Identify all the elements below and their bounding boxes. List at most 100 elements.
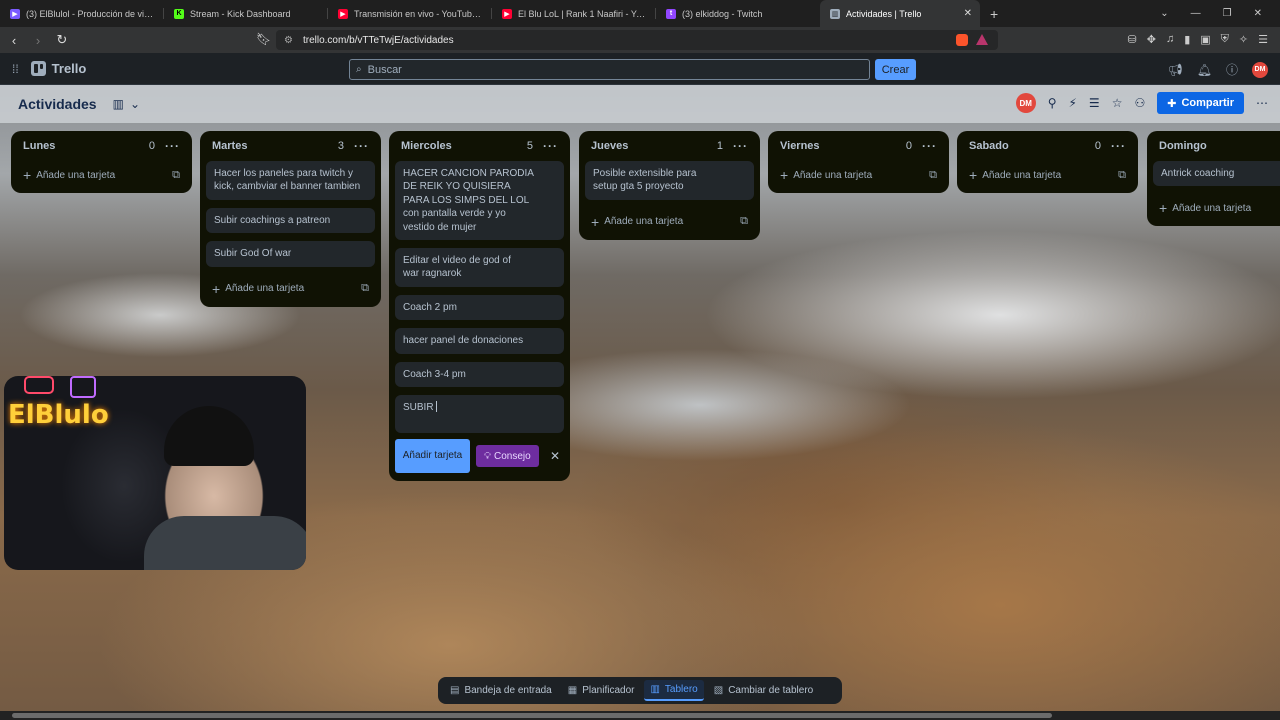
member-avatar[interactable]: DM: [1015, 93, 1036, 113]
browser-tab[interactable]: ▶ El Blu LoL | Rank 1 Naafiri - YouTube: [492, 0, 656, 27]
puzzle-icon[interactable]: ✥: [1147, 33, 1156, 46]
add-card-button[interactable]: + Añade una tarjeta ⧉: [585, 208, 754, 236]
sidebar-icon[interactable]: ▮: [1184, 33, 1190, 46]
close-window-icon[interactable]: ✕: [1254, 8, 1262, 19]
card[interactable]: HACER CANCION PARODIA DE REIK YO QUISIER…: [395, 161, 564, 241]
list-title[interactable]: Sabado: [969, 140, 1095, 152]
tab-label: Actividades | Trello: [846, 8, 922, 19]
template-icon[interactable]: ⧉: [172, 169, 180, 182]
webcam-overlay: ElBlulo: [4, 376, 306, 570]
members-icon[interactable]: ⚇: [1134, 96, 1145, 110]
star-icon[interactable]: ☆: [1112, 96, 1123, 110]
card[interactable]: hacer panel de donaciones: [395, 328, 564, 354]
reload-icon[interactable]: ↻: [52, 32, 72, 48]
tab-label: El Blu LoL | Rank 1 Naafiri - YouTube: [518, 8, 648, 19]
close-composer-icon[interactable]: ✕: [550, 449, 560, 463]
bookmark-icon[interactable]: 🔖︎: [256, 32, 271, 46]
browser-tab[interactable]: ▶ Transmisión en vivo - YouTube Studio: [328, 0, 492, 27]
list-title[interactable]: Domingo: [1159, 140, 1274, 152]
add-card-submit-button[interactable]: Añadir tarjeta: [395, 439, 470, 474]
leo-icon[interactable]: ✧: [1239, 33, 1248, 46]
card[interactable]: Hacer los paneles para twitch y kick, ca…: [206, 161, 375, 200]
card[interactable]: Coach 2 pm: [395, 294, 564, 321]
megaphone-icon[interactable]: 📢︎: [1168, 63, 1183, 77]
new-tab-icon[interactable]: +: [990, 6, 998, 22]
board-tab[interactable]: ▥ Tablero: [644, 680, 704, 701]
template-icon[interactable]: ⧉: [740, 215, 748, 228]
list-title[interactable]: Viernes: [780, 140, 906, 152]
card[interactable]: Antrick coaching: [1153, 161, 1280, 187]
list-title[interactable]: Martes: [212, 140, 338, 152]
trello-logo[interactable]: Trello: [30, 61, 86, 76]
list-menu-icon[interactable]: ···: [165, 139, 180, 153]
site-settings-icon[interactable]: ⚙: [284, 35, 293, 46]
planner-tab[interactable]: ▦ Planificador: [562, 680, 641, 701]
horizontal-scrollbar[interactable]: [0, 711, 1280, 720]
extension-icon[interactable]: ⛁: [1128, 33, 1137, 46]
add-card-button[interactable]: + Añade una tarjeta ⧉: [206, 275, 375, 303]
card[interactable]: Subir coachings a patreon: [206, 207, 375, 234]
list-title[interactable]: Jueves: [591, 140, 717, 152]
filter-icon[interactable]: ☰: [1089, 96, 1100, 110]
minimize-icon[interactable]: —: [1191, 8, 1201, 19]
trello-header: ⁞⁞ Trello ⌕ Buscar Crear 📢︎ 🔔︎ ⓘ DM: [0, 53, 1280, 85]
address-bar[interactable]: ⚙ trello.com/b/vTTeTwjE/actividades: [276, 30, 998, 50]
create-button[interactable]: Crear: [875, 59, 916, 80]
add-card-button[interactable]: + Añade una tarjeta ⧉: [774, 161, 943, 189]
more-icon[interactable]: ⋯: [1256, 96, 1268, 110]
inbox-tab[interactable]: ▤ Bandeja de entrada: [444, 680, 558, 701]
list-menu-icon[interactable]: ···: [922, 139, 937, 153]
template-icon[interactable]: ⧉: [929, 169, 937, 182]
card[interactable]: Subir God Of war: [206, 241, 375, 267]
bell-icon[interactable]: 🔔︎: [1197, 63, 1212, 77]
list-title[interactable]: Lunes: [23, 140, 149, 152]
music-icon[interactable]: ♫: [1166, 33, 1174, 46]
card[interactable]: Editar el video de god of war ragnarok: [395, 248, 564, 287]
power-ups-icon[interactable]: ⚲: [1048, 96, 1057, 110]
tab-label: Stream - Kick Dashboard: [190, 8, 291, 19]
scrollbar-thumb[interactable]: [12, 713, 1052, 718]
back-icon[interactable]: ‹: [4, 33, 24, 48]
list-menu-icon[interactable]: ···: [1111, 139, 1126, 153]
list-title[interactable]: Miercoles: [401, 140, 527, 152]
menu-icon[interactable]: ☰: [1258, 33, 1268, 46]
template-icon[interactable]: ⧉: [361, 282, 369, 295]
template-icon[interactable]: ⧉: [1118, 169, 1126, 182]
add-card-button[interactable]: + Añade una tarjeta ⧉: [17, 161, 186, 189]
close-tab-icon[interactable]: ✕: [964, 8, 972, 19]
new-card-textarea[interactable]: SUBIR: [395, 395, 564, 434]
forward-icon[interactable]: ›: [28, 33, 48, 48]
add-card-button[interactable]: + Añade una tarjeta: [1153, 194, 1280, 222]
brave-shields-icon[interactable]: [956, 34, 968, 46]
add-card-button[interactable]: + Añade una tarjeta ⧉: [963, 161, 1132, 189]
lightbulb-icon: 💡︎: [484, 450, 491, 462]
tab-search-chevron-icon[interactable]: ⌄: [1160, 8, 1168, 19]
board-view-switcher[interactable]: ▥ ⌄: [113, 97, 140, 111]
browser-tab-active[interactable]: ▥ Actividades | Trello ✕: [820, 0, 980, 27]
list-menu-icon[interactable]: ···: [354, 139, 369, 153]
automation-icon[interactable]: ⚡: [1068, 96, 1076, 110]
browser-tab[interactable]: ▶ (3) ElBlulol - Producción de video - Tu: [0, 0, 164, 27]
browser-tab[interactable]: K Stream - Kick Dashboard: [164, 0, 328, 27]
brave-rewards-icon[interactable]: [976, 34, 988, 45]
tip-button[interactable]: 💡︎ Consejo: [476, 445, 539, 468]
card-count: 1: [716, 140, 723, 152]
browser-tab[interactable]: t (3) elkiddog - Twitch: [656, 0, 820, 27]
list-menu-icon[interactable]: ···: [733, 139, 748, 153]
card[interactable]: Posible extensible para setup gta 5 proy…: [585, 161, 754, 200]
share-button[interactable]: ✚ Compartir: [1157, 92, 1244, 114]
vpn-icon[interactable]: ⛨: [1221, 33, 1229, 46]
youtube-neon-icon: [24, 376, 54, 394]
avatar[interactable]: DM: [1252, 61, 1268, 78]
help-icon[interactable]: ⓘ: [1226, 61, 1238, 78]
list-menu-icon[interactable]: ···: [543, 139, 558, 153]
switch-board-icon: ▧: [713, 685, 724, 696]
card-count: 0: [905, 140, 912, 152]
wallet-icon[interactable]: ▣: [1200, 33, 1210, 46]
app-switcher-icon[interactable]: ⁞⁞: [12, 62, 19, 76]
search-input[interactable]: ⌕ Buscar: [349, 59, 870, 80]
restore-icon[interactable]: ❐: [1223, 8, 1232, 19]
board-title[interactable]: Actividades: [18, 96, 97, 112]
switch-board-tab[interactable]: ▧ Cambiar de tablero: [708, 680, 820, 701]
card[interactable]: Coach 3-4 pm: [395, 361, 564, 388]
